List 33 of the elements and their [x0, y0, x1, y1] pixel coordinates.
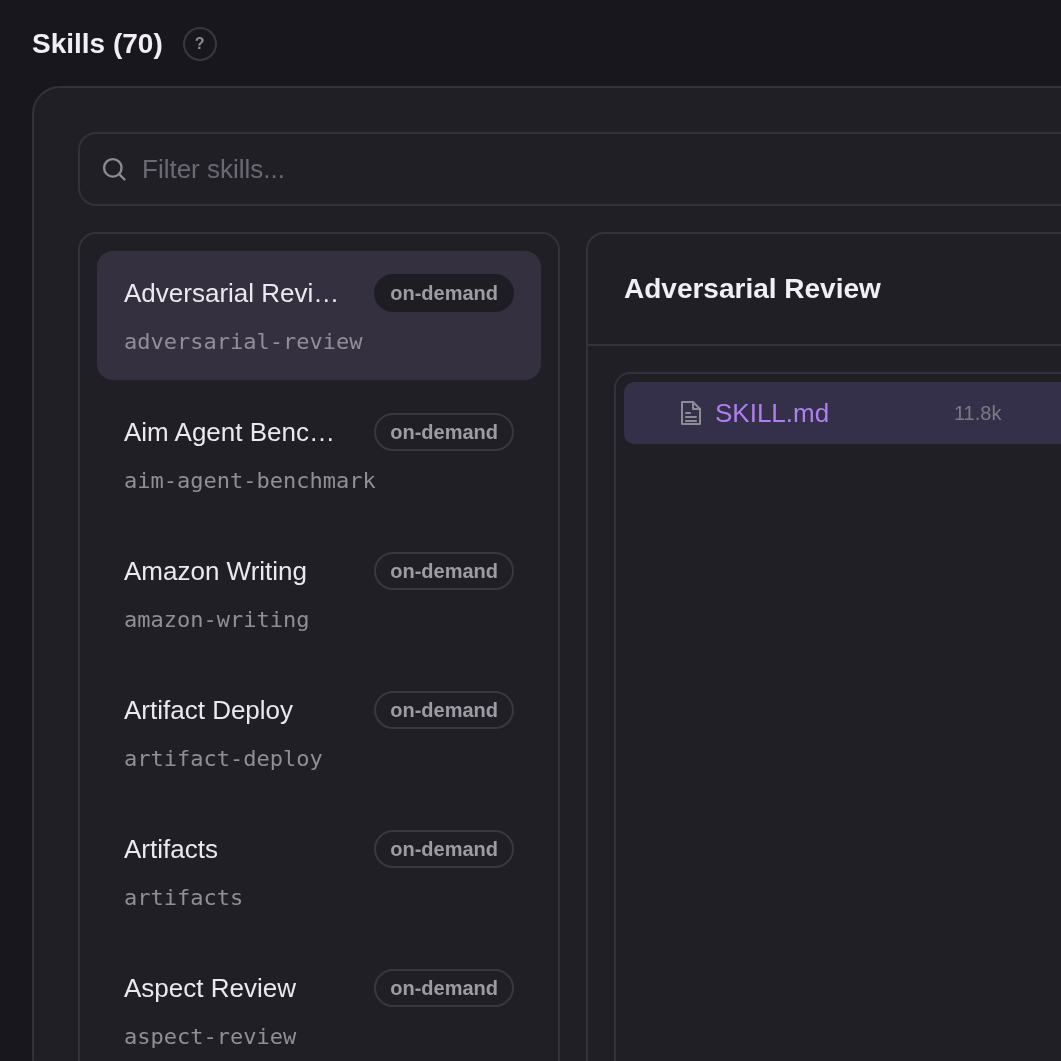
skill-list-item[interactable]: Amazon Writing on-demand amazon-writing	[97, 529, 541, 658]
skill-slug: aspect-review	[124, 1022, 298, 1051]
skill-name: Artifacts	[124, 832, 218, 866]
file-size: 11.8k	[954, 401, 1002, 426]
search-icon	[100, 155, 128, 183]
skill-list-item[interactable]: Aspect Review on-demand aspect-review	[97, 946, 541, 1061]
on-demand-badge: on-demand	[374, 830, 514, 868]
on-demand-badge: on-demand	[374, 413, 514, 451]
page-title: Skills (70)	[32, 27, 163, 61]
help-button[interactable]: ?	[182, 27, 217, 61]
file-name: SKILL.md	[715, 396, 830, 430]
on-demand-badge: on-demand	[374, 552, 514, 590]
skill-slug: adversarial-review	[124, 327, 364, 356]
on-demand-badge: on-demand	[374, 969, 514, 1007]
detail-title: Adversarial Review	[624, 272, 881, 306]
skill-list-item[interactable]: Adversarial Revi… on-demand adversarial-review	[97, 251, 541, 380]
skill-slug: amazon-writing	[124, 605, 311, 634]
on-demand-badge: on-demand	[374, 691, 514, 729]
skill-slug: aim-agent-benchmark	[124, 466, 377, 495]
skill-name: Aim Agent Benc…	[124, 415, 335, 449]
skill-list-item[interactable]: Artifact Deploy on-demand artifact-deploy	[97, 668, 541, 797]
skill-slug: artifact-deploy	[124, 744, 324, 773]
document-icon	[679, 399, 703, 427]
skill-list-item[interactable]: Aim Agent Benc… on-demand aim-agent-benchmark	[97, 390, 541, 519]
file-row[interactable]: SKILL.md 11.8k	[624, 382, 1061, 444]
skill-name: Artifact Deploy	[124, 693, 294, 727]
skill-name: Adversarial Revi…	[124, 276, 340, 310]
skill-list-item[interactable]: Artifacts on-demand artifacts	[97, 807, 541, 936]
skill-slug: artifacts	[124, 883, 245, 912]
filter-field[interactable]: Filter skills...	[78, 132, 1061, 206]
on-demand-badge: on-demand	[374, 274, 514, 312]
skill-name: Aspect Review	[124, 971, 296, 1005]
skill-name: Amazon Writing	[124, 554, 308, 588]
